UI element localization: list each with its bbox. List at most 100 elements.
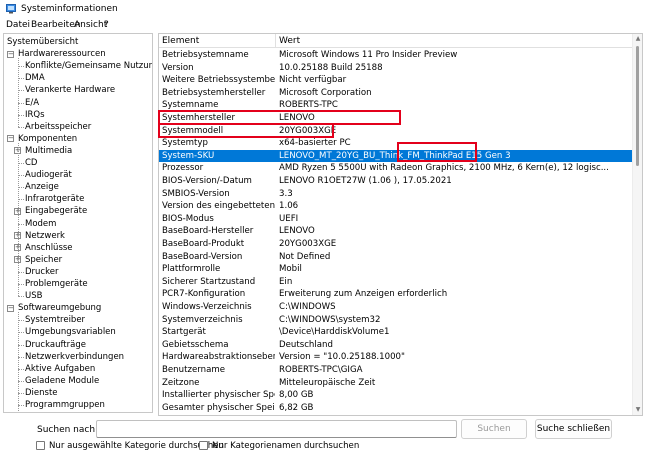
tree-item[interactable]: Konflikte/Gemeinsame Nutzung bbox=[25, 60, 152, 72]
cell-value: Mitteleuropäische Zeit bbox=[279, 377, 376, 388]
tree-item-label: Komponenten bbox=[18, 133, 78, 144]
tree-item[interactable]: Druckaufträge bbox=[25, 339, 86, 351]
table-row[interactable]: Gesamter physischer Speicher 6,82 GB bbox=[159, 402, 633, 415]
table-row[interactable]: BIOS-Modus UEFI bbox=[159, 213, 633, 226]
cell-element: BaseBoard-Version bbox=[162, 251, 243, 262]
tree-connector bbox=[18, 142, 19, 297]
tree-item[interactable]: Drucker bbox=[25, 266, 58, 278]
close-search-button[interactable]: Suche schließen bbox=[535, 419, 612, 439]
tree-item[interactable]: Netzwerk bbox=[25, 230, 65, 242]
checkbox-box[interactable] bbox=[199, 441, 208, 450]
cell-value: Version = "10.0.25188.1000" bbox=[279, 352, 405, 363]
scroll-thumb[interactable] bbox=[636, 46, 639, 166]
menu-help[interactable]: ? bbox=[104, 19, 109, 31]
table-row[interactable]: Weitere Betriebssystembeschre... Nicht ve… bbox=[159, 74, 633, 87]
table-row[interactable]: Plattformrolle Mobil bbox=[159, 263, 633, 276]
column-header-element[interactable]: Element bbox=[162, 35, 199, 47]
table-row[interactable]: Betriebsystemname Microsoft Windows 11 Pr… bbox=[159, 49, 633, 62]
tree-item-label: Netzwerkverbindungen bbox=[25, 351, 125, 362]
tree-item[interactable]: Multimedia bbox=[25, 145, 72, 157]
table-row[interactable]: System-SKU LENOVO_MT_20YG_BU_Think_FM_Thi… bbox=[159, 149, 633, 163]
tree-item[interactable]: Speicher bbox=[25, 254, 62, 266]
table-row[interactable]: Version 10.0.25188 Build 25188 bbox=[159, 62, 633, 75]
tree-item[interactable]: Problemgeräte bbox=[25, 278, 88, 290]
table-row[interactable]: Sicherer Startzustand Ein bbox=[159, 276, 633, 289]
cell-value: Ein bbox=[279, 276, 293, 287]
table-row[interactable]: BaseBoard-Version Not Defined bbox=[159, 251, 633, 264]
table-row[interactable]: Prozessor AMD Ryzen 5 5500U with Radeon G… bbox=[159, 162, 633, 175]
tree-item[interactable]: Softwareumgebung bbox=[18, 302, 101, 314]
tree-item-label: Druckaufträge bbox=[25, 339, 86, 350]
cell-value: Mobil bbox=[279, 264, 302, 275]
search-button[interactable]: Suchen bbox=[461, 419, 527, 439]
cell-value: C:\WINDOWS bbox=[279, 302, 336, 312]
tree-item-label: Eingabegeräte bbox=[25, 206, 88, 217]
tree-item-label: Anschlüsse bbox=[25, 242, 73, 253]
table-row[interactable]: Hardwareabstraktionsebene Version = "10.0… bbox=[159, 351, 633, 364]
tree-item-label: Verankerte Hardware bbox=[25, 85, 116, 96]
table-row[interactable]: Betriebsystemhersteller Microsoft Corpora… bbox=[159, 87, 633, 100]
search-label: Suchen nach: bbox=[37, 425, 99, 435]
tree-item[interactable]: Modem bbox=[25, 218, 56, 230]
table-row[interactable]: Systemverzeichnis C:\WINDOWS\system32 bbox=[159, 314, 633, 327]
tree-item[interactable]: Hardwareressourcen bbox=[18, 48, 106, 60]
checkbox-category-names-only[interactable]: Nur Kategorienamen durchsuchen bbox=[199, 440, 359, 452]
table-row[interactable]: BIOS-Version/-Datum LENOVO R1OET27W (1.06… bbox=[159, 175, 633, 188]
tree-item[interactable]: Eingabegeräte bbox=[25, 205, 87, 217]
tree-item[interactable]: Systemtreiber bbox=[25, 314, 85, 326]
table-row[interactable]: Installierter physischer Speich... 8,00 G… bbox=[159, 389, 633, 402]
table-row[interactable]: Zeitzone Mitteleuropäische Zeit bbox=[159, 377, 633, 390]
search-input[interactable] bbox=[96, 420, 457, 438]
tree-item[interactable]: Umgebungsvariablen bbox=[25, 326, 116, 338]
table-row[interactable]: SMBIOS-Version 3.3 bbox=[159, 188, 633, 201]
tree-item[interactable]: Aktive Aufgaben bbox=[25, 363, 95, 375]
tree-item[interactable]: Audiogerät bbox=[25, 169, 72, 181]
tree-item[interactable]: Autostartprogramme bbox=[25, 411, 114, 412]
collapse-icon[interactable]: − bbox=[7, 135, 14, 143]
tree-item[interactable]: Arbeitsspeicher bbox=[25, 121, 91, 133]
table-row[interactable]: Startgerät \Device\HarddiskVolume1 bbox=[159, 326, 633, 339]
tree-item-label: Aktive Aufgaben bbox=[25, 363, 96, 374]
scroll-up-icon[interactable]: ▲ bbox=[635, 36, 641, 42]
tree-item[interactable]: Programmgruppen bbox=[25, 399, 105, 411]
tree-item[interactable]: USB bbox=[25, 290, 42, 302]
highlight-frame-systemmodell bbox=[158, 123, 334, 138]
tree-item[interactable]: E/A bbox=[25, 97, 39, 109]
table-row[interactable]: Version des eingebetteten Co... 1.06 bbox=[159, 200, 633, 213]
cell-value: \Device\HarddiskVolume1 bbox=[279, 327, 390, 338]
table-row[interactable]: PCR7-Konfiguration Erweiterung zum Anzeig… bbox=[159, 288, 633, 301]
tree-item[interactable]: Anzeige bbox=[25, 181, 59, 193]
tree-item[interactable]: Infrarotgeräte bbox=[25, 193, 84, 205]
tree-item[interactable]: IRQs bbox=[25, 109, 45, 121]
table-row[interactable]: Windows-Verzeichnis C:\WINDOWS bbox=[159, 301, 633, 314]
table-row[interactable]: Benutzername ROBERTS-TPC\GIGA bbox=[159, 364, 633, 377]
tree-item[interactable]: Dienste bbox=[25, 387, 58, 399]
tree-item[interactable]: Systemübersicht bbox=[7, 36, 78, 48]
checkbox-selected-category-only[interactable]: Nur ausgewählte Kategorie durchsuchen bbox=[36, 440, 224, 452]
tree-item[interactable]: Netzwerkverbindungen bbox=[25, 351, 124, 363]
checkbox-box[interactable] bbox=[36, 441, 45, 450]
tree-item[interactable]: CD bbox=[25, 157, 37, 169]
category-tree[interactable]: Systemübersicht Hardwareressourcen − Konfli… bbox=[3, 33, 153, 413]
tree-item[interactable]: DMA bbox=[25, 72, 45, 84]
table-row[interactable]: Gebietsschema Deutschland bbox=[159, 339, 633, 352]
details-list[interactable]: Element Wert Betriebsystemname Microsoft … bbox=[158, 33, 643, 416]
tree-item[interactable]: Geladene Module bbox=[25, 375, 99, 387]
collapse-icon[interactable]: − bbox=[7, 304, 14, 312]
table-row[interactable]: BaseBoard-Hersteller LENOVO bbox=[159, 225, 633, 238]
column-divider[interactable] bbox=[275, 34, 276, 48]
scroll-down-icon[interactable]: ▼ bbox=[635, 407, 641, 413]
cell-element: Installierter physischer Speich... bbox=[162, 390, 275, 401]
collapse-icon[interactable]: − bbox=[7, 50, 14, 58]
table-row[interactable]: Systemtyp x64-basierter PC bbox=[159, 137, 633, 150]
cell-element: Version des eingebetteten Co... bbox=[162, 201, 275, 212]
menu-ansicht[interactable]: Ansicht bbox=[74, 19, 107, 31]
column-header-value[interactable]: Wert bbox=[279, 35, 300, 47]
tree-item[interactable]: Verankerte Hardware bbox=[25, 84, 115, 96]
tree-item-label: Hardwareressourcen bbox=[18, 49, 106, 60]
tree-item[interactable]: Anschlüsse bbox=[25, 242, 73, 254]
tree-item[interactable]: Komponenten bbox=[18, 133, 77, 145]
menu-datei[interactable]: Datei bbox=[6, 19, 30, 31]
vertical-scrollbar[interactable]: ▲ ▼ bbox=[632, 34, 642, 415]
table-row[interactable]: BaseBoard-Produkt 20YG003XGE bbox=[159, 238, 633, 251]
